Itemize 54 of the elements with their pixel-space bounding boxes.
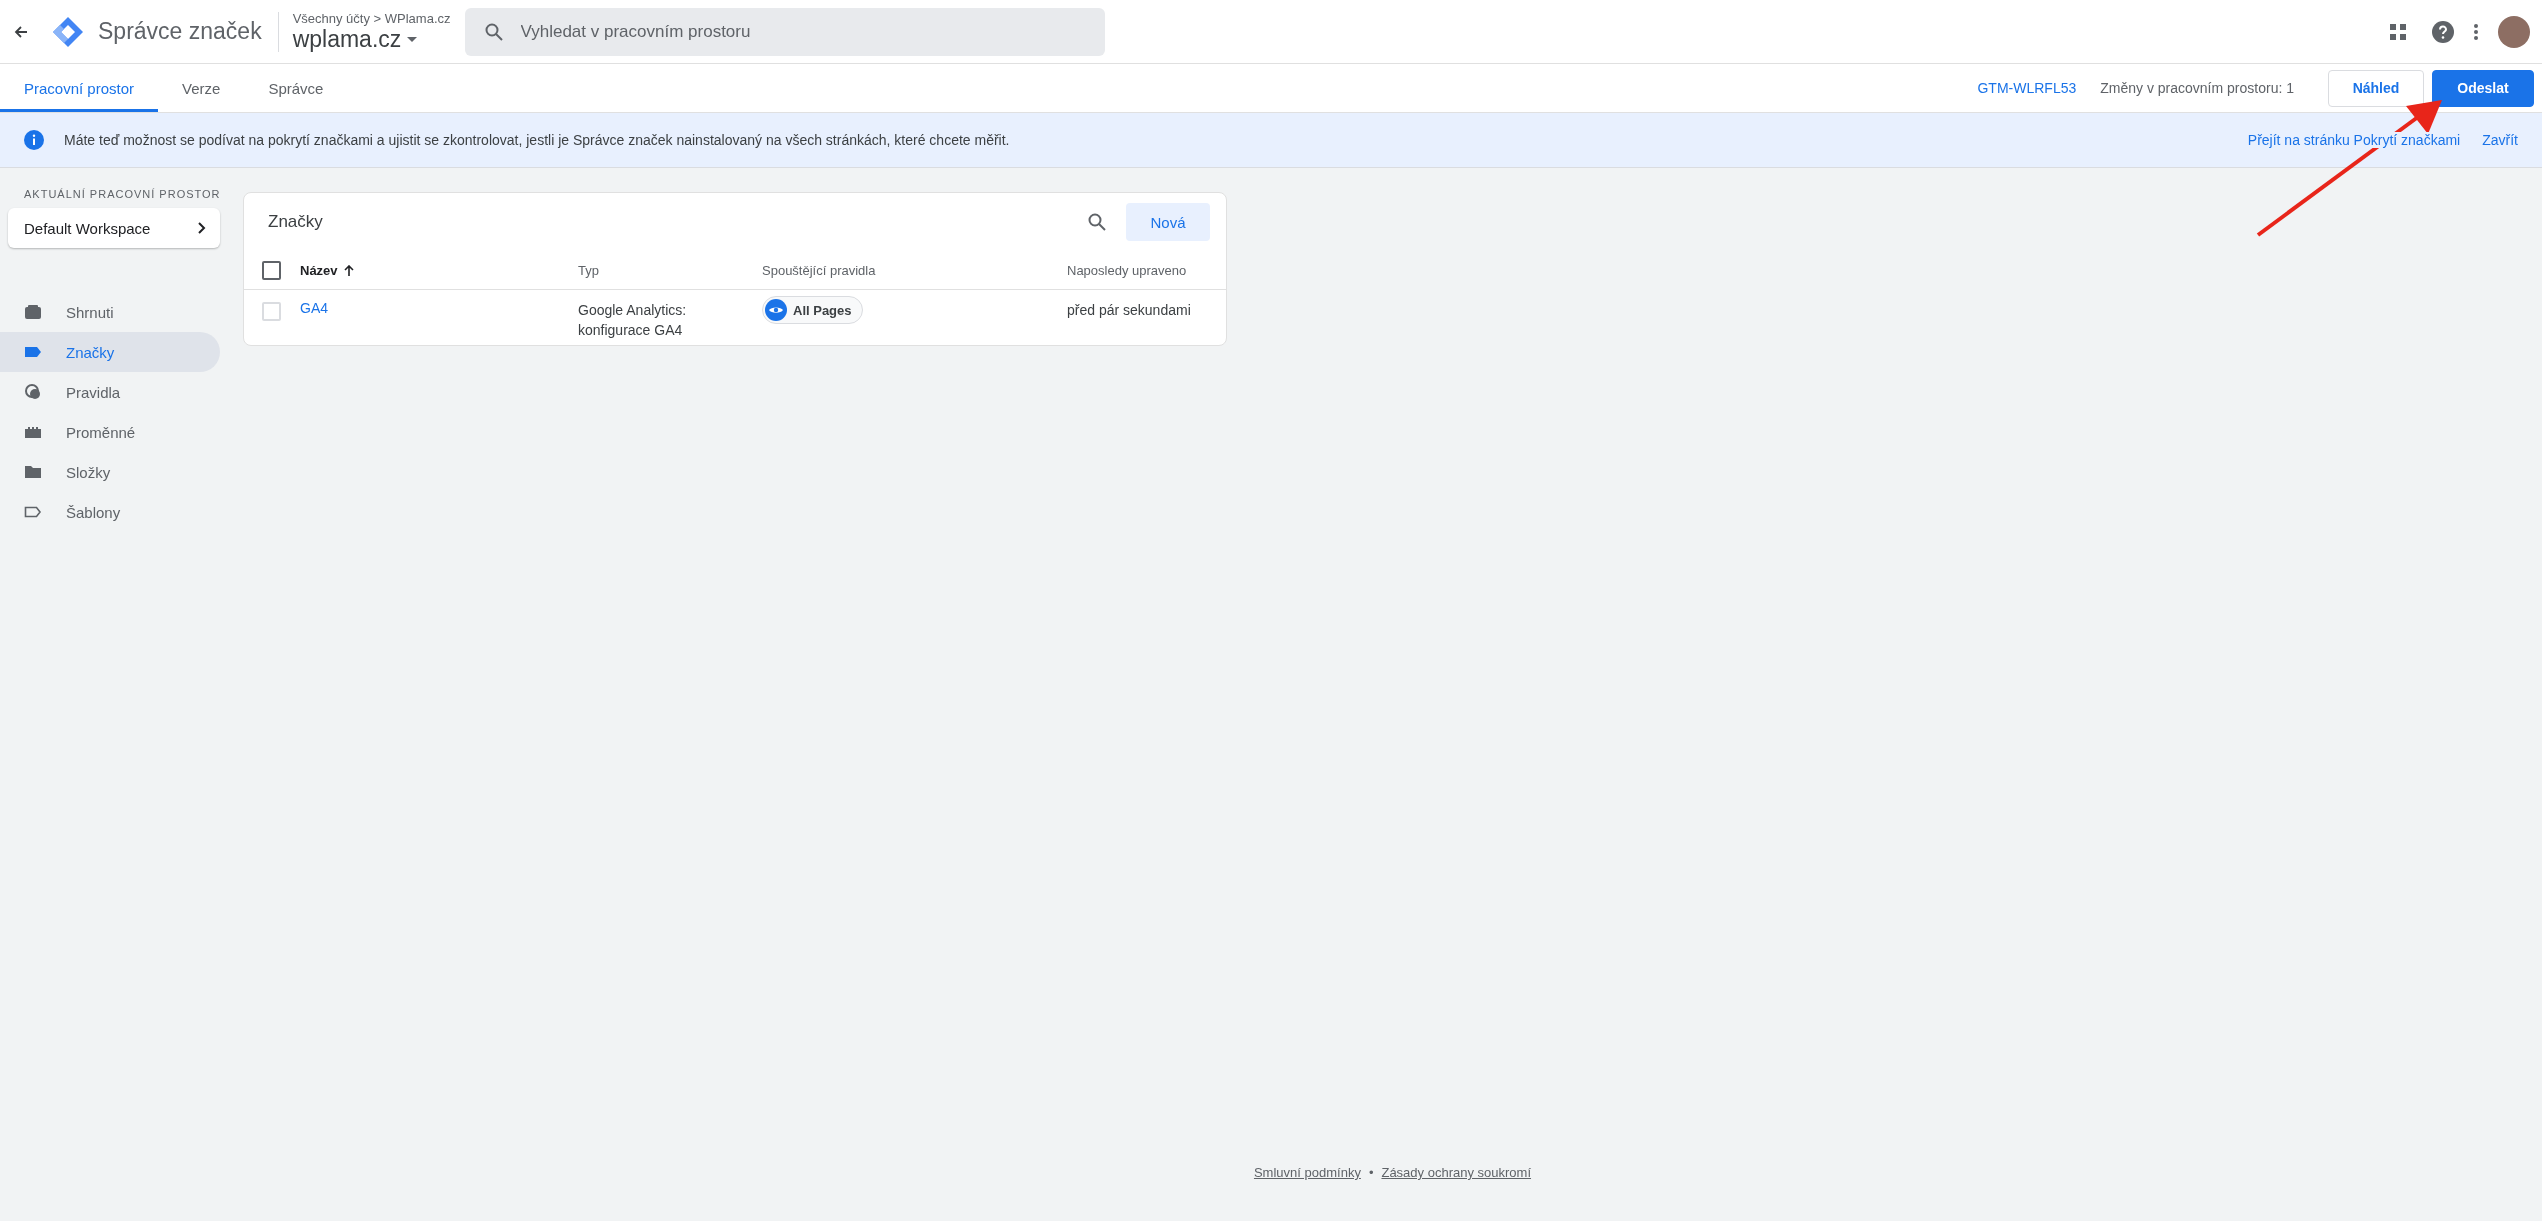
privacy-link[interactable]: Zásady ochrany soukromí: [1381, 1165, 1532, 1180]
more-vert-icon: [2474, 23, 2478, 40]
section-label: AKTUÁLNÍ PRACOVNÍ PROSTOR: [23, 188, 222, 200]
circles-icon: [24, 383, 42, 401]
arrow-up-icon: [343, 264, 354, 276]
label-outline-icon: [24, 506, 42, 518]
label-icon: [24, 346, 42, 358]
eye-icon: [765, 299, 787, 321]
submit-button[interactable]: Odeslat: [2432, 69, 2534, 107]
column-header[interactable]: Název: [300, 262, 578, 278]
nav-item[interactable]: Proměnné: [0, 412, 220, 452]
nav-item[interactable]: Značky: [0, 332, 220, 372]
checkbox[interactable]: [262, 260, 281, 280]
chevron-right-icon: [198, 222, 206, 234]
new-button[interactable]: Nová: [1126, 203, 1210, 241]
nav-item[interactable]: Šablony: [0, 492, 220, 532]
separator: •: [1368, 1165, 1374, 1180]
tag-name-link[interactable]: GA4: [300, 300, 578, 316]
column-header[interactable]: Naposledy upraveno: [1067, 262, 1226, 278]
preview-button[interactable]: Náhled: [2328, 69, 2424, 107]
table-cell-text: před pár sekundami: [1067, 301, 1192, 320]
coverage-link[interactable]: Přejít na stránku Pokrytí značkami: [2247, 132, 2461, 148]
trigger-chip[interactable]: All Pages: [762, 296, 863, 324]
terms-link[interactable]: Smluvní podmínky: [1253, 1165, 1361, 1180]
search-icon: [1088, 213, 1106, 231]
container-id-link[interactable]: GTM-WLRFL53: [1977, 80, 2077, 96]
column-header[interactable]: Typ: [578, 262, 762, 278]
tab[interactable]: Verze: [158, 64, 245, 112]
grid-icon: [2390, 23, 2406, 40]
help-icon: [2432, 20, 2454, 43]
nav-item[interactable]: Pravidla: [0, 372, 220, 412]
column-header[interactable]: Spouštějící pravidla: [762, 262, 1067, 278]
nav-item[interactable]: Shrnuti: [0, 292, 220, 332]
card-title: Značky: [268, 212, 324, 232]
caret-icon: [407, 36, 418, 42]
back-arrow-icon: [14, 24, 28, 39]
close-link[interactable]: Zavřít: [2482, 132, 2518, 148]
banner-message: Máte teď možnost se podívat na pokrytí značkami a ujistit se zkontrolovat, jestli je Správce značek nainstalovaný na všech stránkách, které chcete měřit.: [64, 132, 1011, 148]
account-selector[interactable]: wplama.cz: [292, 25, 451, 53]
info-icon: [24, 130, 44, 150]
product-title: Správce značek: [98, 18, 262, 45]
search-field[interactable]: Vyhledat v pracovním prostoru: [464, 7, 1105, 56]
breadcrumb: Všechny účty > WPlama.cz: [292, 10, 451, 26]
workspace-changes: Změny v pracovním prostoru: 1: [2100, 80, 2294, 96]
workspace-selector[interactable]: Default Workspace: [8, 208, 220, 248]
tab[interactable]: Správce: [244, 64, 348, 112]
blocks-icon: [24, 426, 42, 438]
avatar[interactable]: [2498, 15, 2530, 48]
search-icon: [484, 22, 503, 41]
nav-item[interactable]: Složky: [0, 452, 220, 492]
table-cell-text: Google Analytics: konfigurace GA4: [578, 301, 688, 340]
folder-icon: [24, 465, 42, 479]
briefcase-icon: [24, 304, 42, 320]
diamond-logo-icon: [52, 15, 84, 48]
